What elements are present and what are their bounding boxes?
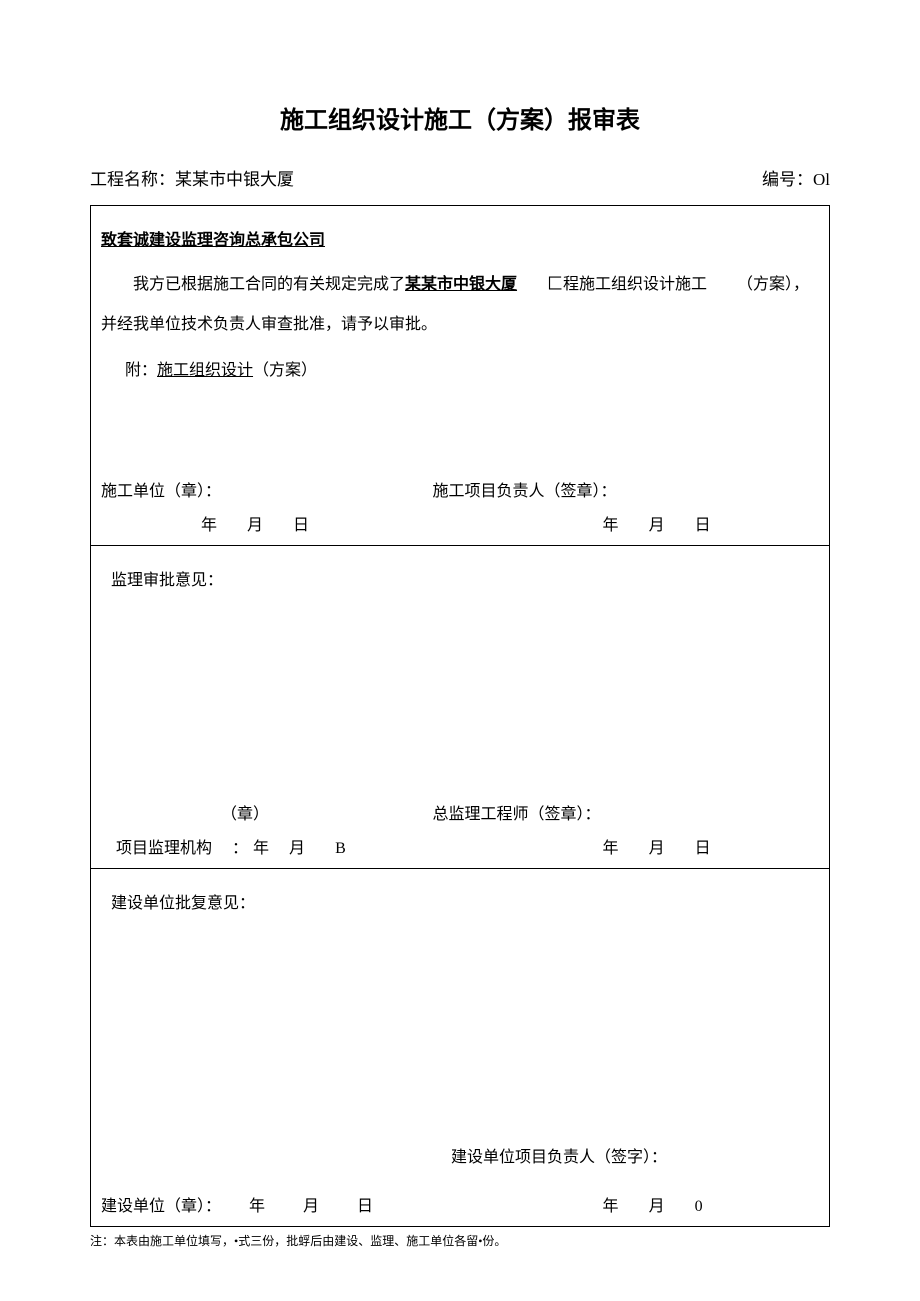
signature-area-1: 施工单位（章）： 施工项目负责人（签章）： 年 月 日 年 月 日 xyxy=(101,477,819,535)
month-3l: 月 xyxy=(303,1198,319,1215)
contractor-stamp-label: 施工单位（章）： xyxy=(101,477,403,501)
attach-suffix: （方案） xyxy=(253,362,317,379)
body-pre: 我方已根据施工合同的有关规定完成了 xyxy=(133,276,405,293)
day-1r: 日 xyxy=(695,517,711,534)
project-name: 某某市中银大厦 xyxy=(175,170,294,189)
year-2r: 年 xyxy=(603,840,619,857)
body-bold: 某某市中银大厦 xyxy=(405,276,517,293)
year-3r: 年 xyxy=(603,1198,619,1215)
section-owner: 建设单位批复意见： 建设单位项目负责人（签字）： 建设单位（章）： 年 月 日 … xyxy=(91,869,829,1226)
attachment-line: 附：施工组织设计（方案） xyxy=(101,355,819,387)
month-1r: 月 xyxy=(649,517,665,534)
footnote: 注：本表由施工单位填写，•式三份，批蜉后由建设、监理、施工单位各留•份。 xyxy=(90,1232,830,1249)
day-3l: 日 xyxy=(357,1198,373,1215)
section-supervisor: 监理审批意见： （章） 项目监理机构 ： 年 月 B 总监理工程师 xyxy=(91,546,829,869)
number-value: Ol xyxy=(813,170,830,189)
month-2r: 月 xyxy=(649,840,665,857)
owner-pm-sig-label: 建设单位项目负责人（签字）： xyxy=(101,1143,819,1167)
body-post1: 匚程施工组织设计施工 xyxy=(547,276,707,293)
day-1l: 日 xyxy=(293,517,309,534)
month-2l: 月 xyxy=(289,834,305,858)
year-2l: 年 xyxy=(253,834,269,858)
colon: ： xyxy=(232,834,248,858)
owner-stamp-label: 建设单位（章）： xyxy=(101,1198,221,1215)
section-contractor: 致套诚建设监理咨询总承包公司 我方已根据施工合同的有关规定完成了某某市中银大厦 匚… xyxy=(91,206,829,546)
month-3r: 月 xyxy=(649,1198,665,1215)
date-row-1: 年月日 年月日 xyxy=(101,511,819,535)
project-name-field: 工程名称：某某市中银大厦 xyxy=(90,165,294,190)
project-label: 工程名称： xyxy=(90,170,175,189)
addressee: 致套诚建设监理咨询总承包公司 xyxy=(101,226,325,250)
supervisor-org-label: 项目监理机构 xyxy=(116,834,212,858)
year-3l: 年 xyxy=(249,1198,265,1215)
chief-supervisor-sig-label: 总监理工程师（签章）： xyxy=(403,800,819,824)
header-row: 工程名称：某某市中银大厦 编号：Ol xyxy=(90,165,830,190)
form-table: 致套诚建设监理咨询总承包公司 我方已根据施工合同的有关规定完成了某某市中银大厦 匚… xyxy=(90,205,830,1227)
owner-opinion-label: 建设单位批复意见： xyxy=(91,869,829,923)
number-label: 编号： xyxy=(762,170,813,189)
supervisor-opinion-label: 监理审批意见： xyxy=(91,546,829,600)
day-b-2l: B xyxy=(335,840,346,858)
day-2r: 日 xyxy=(695,840,711,857)
project-manager-sig-label: 施工项目负责人（签章）： xyxy=(403,477,819,501)
attach-label: 附： xyxy=(125,362,157,379)
page-title: 施工组织设计施工（方案）报审表 xyxy=(90,100,830,135)
stamp-label: （章） xyxy=(101,800,403,824)
year-1r: 年 xyxy=(603,517,619,534)
year-1l: 年 xyxy=(201,517,217,534)
body-text: 我方已根据施工合同的有关规定完成了某某市中银大厦匚程施工组织设计施工（方案），并… xyxy=(101,265,819,345)
zero-3r: 0 xyxy=(695,1198,703,1215)
signature-area-3: 建设单位项目负责人（签字）： 建设单位（章）： 年 月 日 年 月 0 xyxy=(91,1123,829,1226)
month-1l: 月 xyxy=(247,517,263,534)
signature-area-2: （章） 项目监理机构 ： 年 月 B 总监理工程师（签章）： 年月日 xyxy=(91,780,829,868)
number-field: 编号：Ol xyxy=(762,165,830,190)
attach-text: 施工组织设计 xyxy=(157,362,253,379)
